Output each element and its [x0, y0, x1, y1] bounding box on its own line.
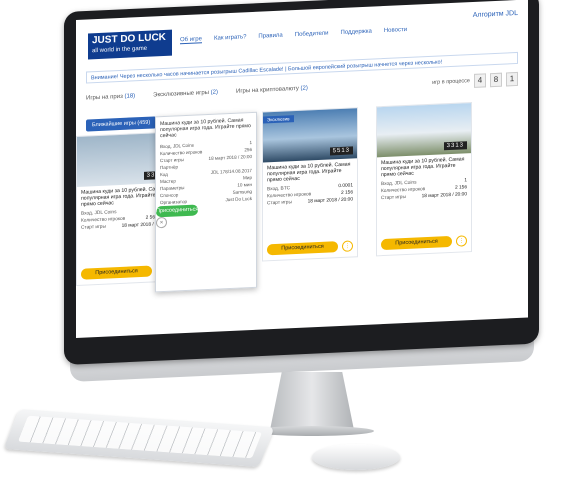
- games-in-process: игр в процессе 4 8 1: [432, 71, 518, 90]
- prize-image: 3313: [377, 103, 471, 158]
- row-value: 0.0001: [338, 183, 353, 190]
- row-value: 18 март 2018 / 20:00: [307, 197, 353, 205]
- nav-winners[interactable]: Победители: [295, 31, 329, 40]
- row-label: Старт игры: [267, 200, 292, 207]
- tab-crypto-label: Игры на криптовалюту: [236, 85, 299, 95]
- game-card[interactable]: 3313 Машина куди за 10 рублей. Самая поп…: [376, 102, 472, 257]
- game-details-card[interactable]: Машина куди за 10 рублей. Самая популярн…: [155, 111, 257, 293]
- row-value: 10 мин: [237, 182, 252, 188]
- join-button[interactable]: Присоединиться: [267, 241, 338, 256]
- row-label: Спонсор: [160, 192, 179, 199]
- mouse: [312, 444, 400, 470]
- main-nav: Об игре Как играть? Правила Победители П…: [180, 27, 407, 45]
- tab-prize-games[interactable]: Игры на приз (18): [86, 93, 135, 101]
- row-label: Старт игры: [381, 195, 406, 202]
- tab-exclusive-label: Эксклюзивные игры: [153, 89, 209, 99]
- row-label: Партнёр: [160, 164, 179, 171]
- countdown-counter: 3313: [443, 141, 467, 151]
- tab-crypto-count: (2): [300, 85, 308, 92]
- algorithm-link[interactable]: Алгоритм JDL: [473, 10, 518, 19]
- tab-crypto-games[interactable]: Игры на криптовалюту (2): [236, 85, 308, 94]
- monitor-screen: JUST DO LUCK all world in the game Об иг…: [76, 0, 528, 339]
- join-button[interactable]: Присоединиться: [81, 265, 152, 280]
- row-value: Мир: [243, 175, 252, 181]
- countdown-counter: 5513: [329, 146, 353, 156]
- in-process-label: игр в процессе: [432, 78, 470, 86]
- in-process-digit: 8: [490, 72, 502, 88]
- exclusive-badge: Эксклюзив: [263, 115, 294, 124]
- prize-image: Эксклюзив 5513: [263, 108, 357, 163]
- nav-how-to-play[interactable]: Как играть?: [214, 34, 246, 42]
- in-process-digit: 1: [506, 71, 518, 87]
- row-value: 1: [249, 140, 252, 146]
- row-label: Мастер: [160, 178, 176, 185]
- card-actions: Присоединиться ×: [156, 204, 199, 229]
- nav-news[interactable]: Новости: [384, 27, 407, 35]
- row-value: Samsung: [232, 189, 252, 195]
- row-value: 18 март 2018 / 20:00: [421, 192, 467, 200]
- card-actions: Присоединиться ⋮: [267, 240, 353, 256]
- row-value: 2 156: [340, 190, 353, 196]
- tab-prize-count: (18): [124, 93, 136, 100]
- game-tabs: Игры на приз (18) Эксклюзивные игры (2) …: [86, 85, 308, 101]
- logo-tagline: all world in the game: [92, 45, 148, 55]
- row-label: Старт игры: [81, 224, 106, 231]
- algorithm-label: Алгоритм JDL: [472, 9, 518, 19]
- nav-support[interactable]: Поддержка: [341, 29, 372, 37]
- tab-exclusive-count: (2): [210, 89, 218, 96]
- row-value: 2 156: [454, 185, 467, 191]
- tab-exclusive-games[interactable]: Эксклюзивные игры (2): [153, 90, 218, 99]
- row-label: Код: [160, 171, 168, 178]
- in-process-digit: 4: [474, 73, 486, 88]
- row-value: 1: [464, 178, 467, 184]
- site-logo[interactable]: JUST DO LUCK all world in the game: [88, 29, 172, 60]
- join-button[interactable]: Присоединиться: [156, 204, 199, 218]
- more-info-icon[interactable]: ⋮: [456, 235, 467, 247]
- row-value: Just Do Luck: [225, 196, 252, 203]
- join-button[interactable]: Присоединиться: [381, 235, 452, 251]
- monitor-stand: [270, 372, 354, 430]
- row-value: 256: [244, 147, 252, 153]
- game-card[interactable]: Эксклюзив 5513 Машина куди за 10 рублей.…: [262, 107, 358, 262]
- row-label: Вход, BTC: [267, 186, 291, 193]
- close-icon[interactable]: ×: [156, 216, 167, 229]
- nav-rules[interactable]: Правила: [258, 33, 282, 41]
- more-info-icon[interactable]: ⋮: [342, 240, 353, 252]
- nearest-games-chip[interactable]: Ближайшие игры (459): [86, 116, 157, 132]
- tab-prize-label: Игры на приз: [86, 93, 123, 102]
- card-actions: Присоединиться ⋮: [381, 235, 467, 251]
- nav-about[interactable]: Об игре: [180, 36, 202, 45]
